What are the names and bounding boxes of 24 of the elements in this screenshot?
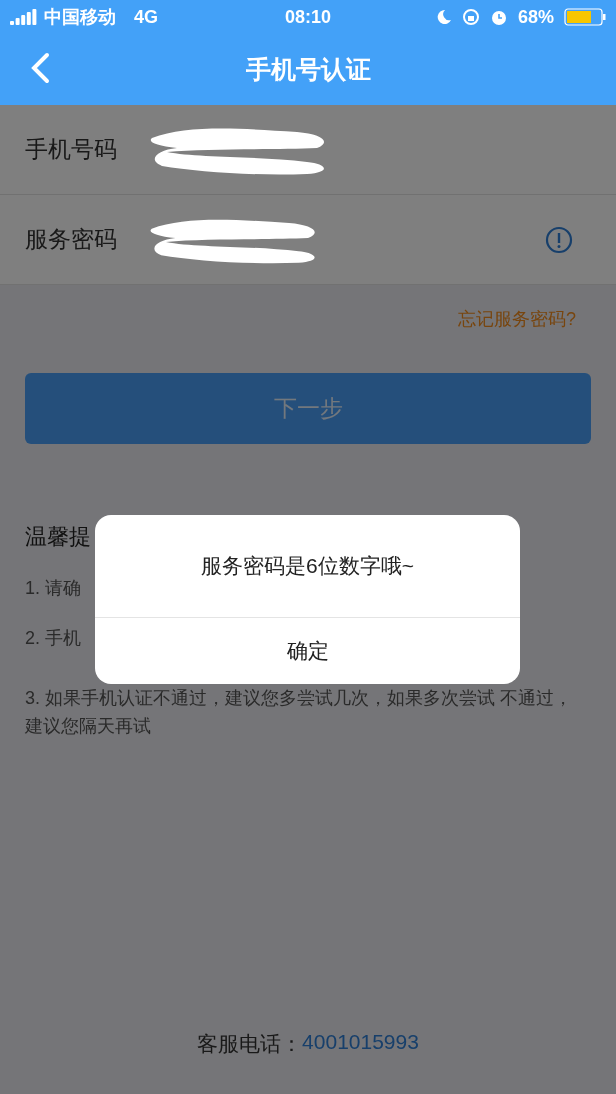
back-icon[interactable] [30, 52, 50, 84]
tip-text: 2. 手机 [25, 627, 81, 650]
battery-percent: 68% [518, 6, 554, 28]
clock-time: 08:10 [285, 6, 332, 28]
page-title: 手机号认证 [245, 54, 371, 85]
confirm-button[interactable]: 确定 [95, 618, 520, 684]
tip-text: 3. 如果手机认证不通过，建议您多尝试几次，如果多次尝试 不通过，建议您隔天再试 [25, 687, 573, 738]
hotline-number-link[interactable]: 4001015993 [302, 1030, 419, 1058]
moon-icon [436, 9, 452, 25]
network-type: 4G [134, 6, 158, 28]
tip-text: 1. 请确 [25, 577, 81, 600]
form-row[interactable]: 服务密码 [0, 195, 616, 285]
tips-heading: 温馨提 [25, 523, 91, 551]
battery-icon [564, 8, 606, 26]
info-icon[interactable] [545, 225, 573, 254]
signal-icon [10, 9, 38, 25]
dialog-message: 服务密码是6位数字哦~ [95, 515, 520, 618]
carrier-name: 中国移动 [44, 6, 116, 29]
rotation-lock-icon [462, 8, 480, 26]
form-row[interactable]: 手机号码 [0, 105, 616, 195]
field-label: 手机号码 [25, 135, 118, 164]
hotline-label: 客服电话： [197, 1031, 303, 1057]
field-label: 服务密码 [25, 225, 118, 254]
alarm-icon [490, 8, 508, 26]
